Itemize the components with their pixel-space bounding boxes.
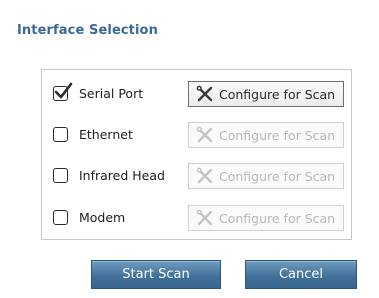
- modem-checkbox[interactable]: [53, 210, 68, 225]
- configure-label: Configure for Scan: [219, 127, 336, 143]
- wrench-screwdriver-icon: [196, 167, 213, 184]
- ethernet-label: Ethernet: [79, 127, 133, 142]
- serial-port-label: Serial Port: [79, 86, 144, 101]
- interface-row-serial-port: Serial Port Configure for Scan: [42, 81, 351, 107]
- wrench-screwdriver-icon: [196, 126, 213, 143]
- interface-group: Serial Port Configure for Scan Ethernet: [41, 69, 352, 240]
- modem-label: Modem: [79, 210, 126, 225]
- interface-selection-dialog: Interface Selection Serial Port Configur…: [0, 0, 379, 298]
- checkmark-icon: [54, 82, 73, 99]
- wrench-screwdriver-icon: [196, 85, 213, 102]
- configure-infrared-head-button[interactable]: Configure for Scan: [188, 163, 344, 189]
- configure-label: Configure for Scan: [219, 86, 336, 102]
- interface-row-ethernet: Ethernet Configure for Scan: [42, 122, 351, 148]
- configure-ethernet-button[interactable]: Configure for Scan: [188, 122, 344, 148]
- configure-modem-button[interactable]: Configure for Scan: [188, 205, 344, 231]
- dialog-title: Interface Selection: [17, 23, 158, 38]
- start-scan-button[interactable]: Start Scan: [91, 260, 221, 289]
- interface-row-infrared-head: Infrared Head Configure for Scan: [42, 163, 351, 189]
- wrench-screwdriver-icon: [196, 209, 213, 226]
- configure-label: Configure for Scan: [219, 168, 336, 184]
- ethernet-checkbox[interactable]: [53, 127, 68, 142]
- configure-serial-port-button[interactable]: Configure for Scan: [188, 81, 344, 107]
- interface-row-modem: Modem Configure for Scan: [42, 205, 351, 231]
- infrared-head-checkbox[interactable]: [53, 168, 68, 183]
- serial-port-checkbox[interactable]: [53, 82, 73, 101]
- configure-label: Configure for Scan: [219, 210, 336, 226]
- cancel-button[interactable]: Cancel: [245, 260, 357, 289]
- infrared-head-label: Infrared Head: [79, 168, 165, 183]
